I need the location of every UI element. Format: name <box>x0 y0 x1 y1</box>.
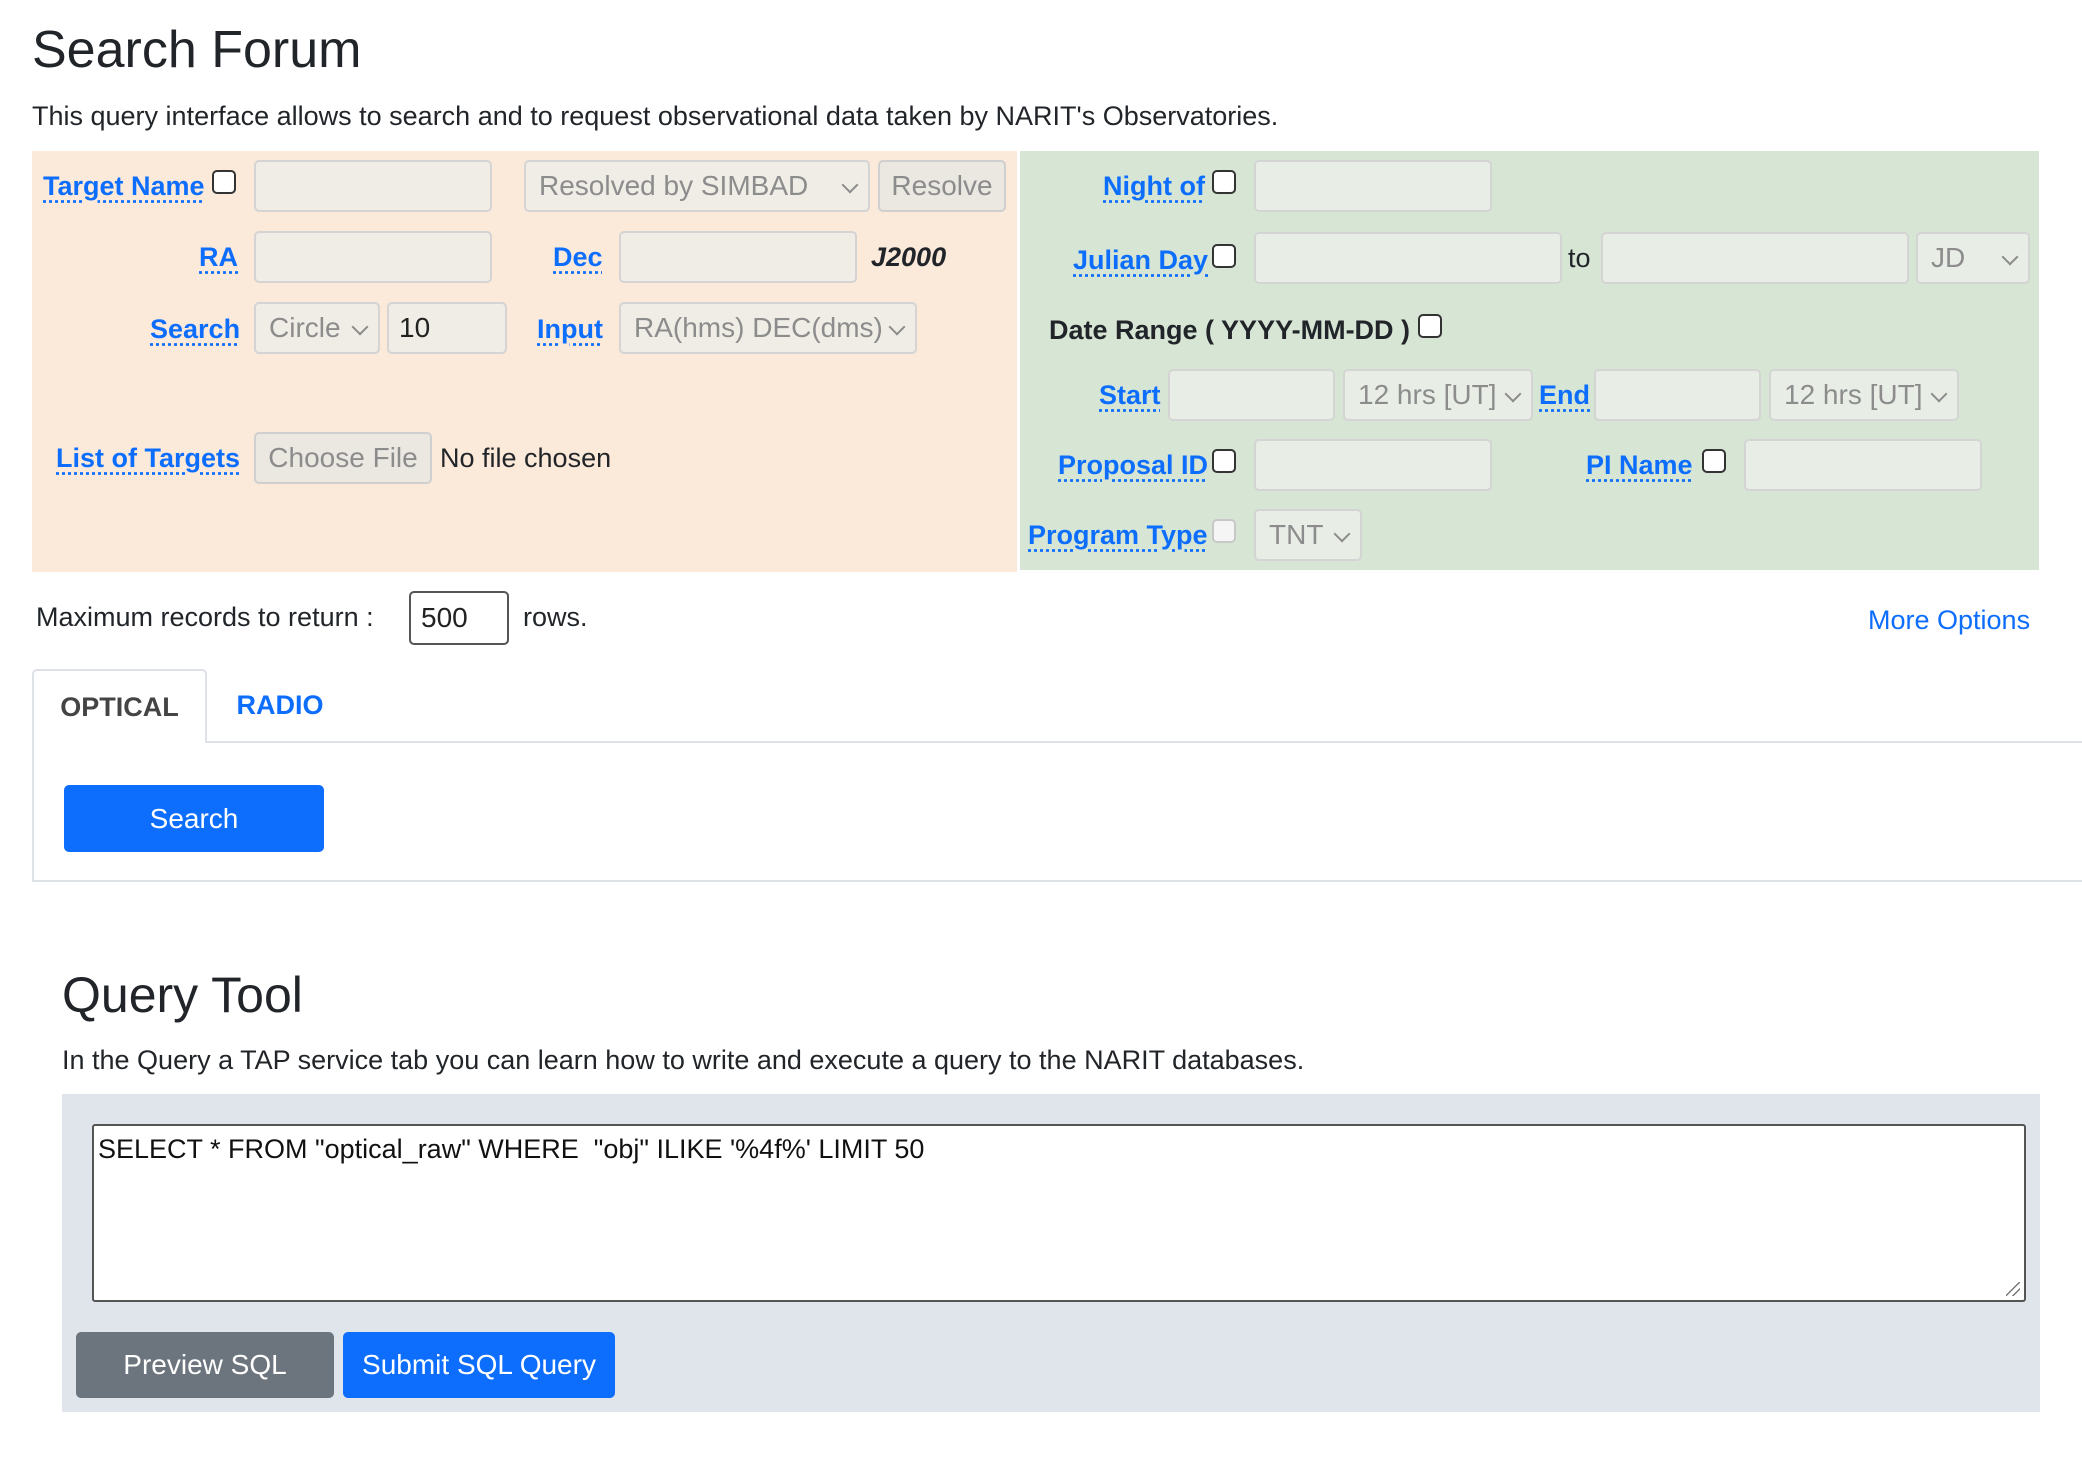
end-date-input[interactable] <box>1594 369 1761 421</box>
dec-link[interactable]: Dec <box>553 240 603 274</box>
resize-handle-icon[interactable] <box>2006 1282 2020 1296</box>
target-name-link[interactable]: Target Name <box>43 169 205 203</box>
target-name-input[interactable] <box>254 160 492 212</box>
radius-input[interactable] <box>387 302 507 354</box>
date-range-label: Date Range ( YYYY-MM-DD ) <box>1049 315 1411 345</box>
sql-textarea[interactable]: SELECT * FROM "optical_raw" WHERE "obj" … <box>92 1124 2026 1302</box>
night-of-input[interactable] <box>1254 160 1492 212</box>
preview-sql-button[interactable]: Preview SQL <box>76 1332 334 1398</box>
night-of-checkbox[interactable] <box>1212 170 1236 194</box>
julian-day-end-input[interactable] <box>1601 232 1909 284</box>
resolver-select[interactable]: Resolved by SIMBAD <box>524 160 870 212</box>
target-name-checkbox[interactable] <box>212 170 236 194</box>
max-records-label: Maximum records to return : <box>36 602 374 632</box>
tab-optical[interactable]: OPTICAL <box>32 669 207 743</box>
ra-input[interactable] <box>254 231 492 283</box>
end-time-select-value: 12 hrs [UT] <box>1784 379 1923 410</box>
intro-text: This query interface allows to search an… <box>32 101 1279 131</box>
start-link[interactable]: Start <box>1099 378 1161 412</box>
pi-name-input[interactable] <box>1744 439 1982 491</box>
proposal-id-input[interactable] <box>1254 439 1492 491</box>
date-range-checkbox[interactable] <box>1418 314 1442 338</box>
submit-sql-button[interactable]: Submit SQL Query <box>343 1332 615 1398</box>
to-text: to <box>1568 243 1591 273</box>
input-format-link[interactable]: Input <box>537 312 603 346</box>
pi-name-link[interactable]: PI Name <box>1586 448 1693 482</box>
program-type-select[interactable]: TNT <box>1254 509 1362 561</box>
julian-day-checkbox[interactable] <box>1212 244 1236 268</box>
start-date-input[interactable] <box>1168 369 1335 421</box>
chevron-down-icon <box>1333 525 1351 543</box>
max-records-input[interactable] <box>409 591 509 645</box>
proposal-id-checkbox[interactable] <box>1212 449 1236 473</box>
end-link[interactable]: End <box>1539 378 1590 412</box>
epoch-label: J2000 <box>871 242 947 272</box>
shape-select[interactable]: Circle <box>254 302 380 354</box>
date-search-panel <box>1020 151 2039 570</box>
chevron-down-icon <box>2001 248 2019 266</box>
dec-input[interactable] <box>619 231 857 283</box>
search-button[interactable]: Search <box>64 785 324 852</box>
list-of-targets-link[interactable]: List of Targets <box>56 441 240 475</box>
jd-select-value: JD <box>1931 242 1966 273</box>
chevron-down-icon <box>351 318 369 336</box>
search-shape-link[interactable]: Search <box>150 312 240 346</box>
pi-name-checkbox[interactable] <box>1702 449 1726 473</box>
julian-day-start-input[interactable] <box>1254 232 1562 284</box>
program-type-select-value: TNT <box>1269 519 1324 550</box>
end-time-select[interactable]: 12 hrs [UT] <box>1769 369 1959 421</box>
chevron-down-icon <box>1504 385 1522 403</box>
query-tool-title: Query Tool <box>62 967 303 1023</box>
program-type-checkbox[interactable] <box>1212 519 1236 543</box>
tab-pane <box>32 741 2082 882</box>
input-format-select-value: RA(hms) DEC(dms) <box>634 312 883 343</box>
page-title: Search Forum <box>32 21 362 79</box>
target-search-panel <box>32 151 1017 572</box>
program-type-link[interactable]: Program Type <box>1028 518 1208 552</box>
no-file-chosen-text: No file chosen <box>440 443 612 473</box>
start-time-select-value: 12 hrs [UT] <box>1358 379 1497 410</box>
shape-select-value: Circle <box>269 312 341 343</box>
more-options-link[interactable]: More Options <box>1868 603 2030 637</box>
julian-day-link[interactable]: Julian Day <box>1073 243 1208 277</box>
chevron-down-icon <box>888 318 906 336</box>
resolver-select-value: Resolved by SIMBAD <box>539 170 809 201</box>
rows-suffix: rows. <box>523 602 588 632</box>
sql-text: SELECT * FROM "optical_raw" WHERE "obj" … <box>98 1134 925 1164</box>
tab-radio[interactable]: RADIO <box>210 669 350 741</box>
input-format-select[interactable]: RA(hms) DEC(dms) <box>619 302 917 354</box>
jd-select[interactable]: JD <box>1916 232 2030 284</box>
resolve-button[interactable]: Resolve <box>878 160 1006 212</box>
ra-link[interactable]: RA <box>199 240 238 274</box>
choose-file-button[interactable]: Choose File <box>254 432 432 484</box>
start-time-select[interactable]: 12 hrs [UT] <box>1343 369 1533 421</box>
proposal-id-link[interactable]: Proposal ID <box>1058 448 1208 482</box>
query-tool-description: In the Query a TAP service tab you can l… <box>62 1045 1305 1075</box>
chevron-down-icon <box>1930 385 1948 403</box>
night-of-link[interactable]: Night of <box>1103 169 1205 203</box>
chevron-down-icon <box>841 176 859 194</box>
